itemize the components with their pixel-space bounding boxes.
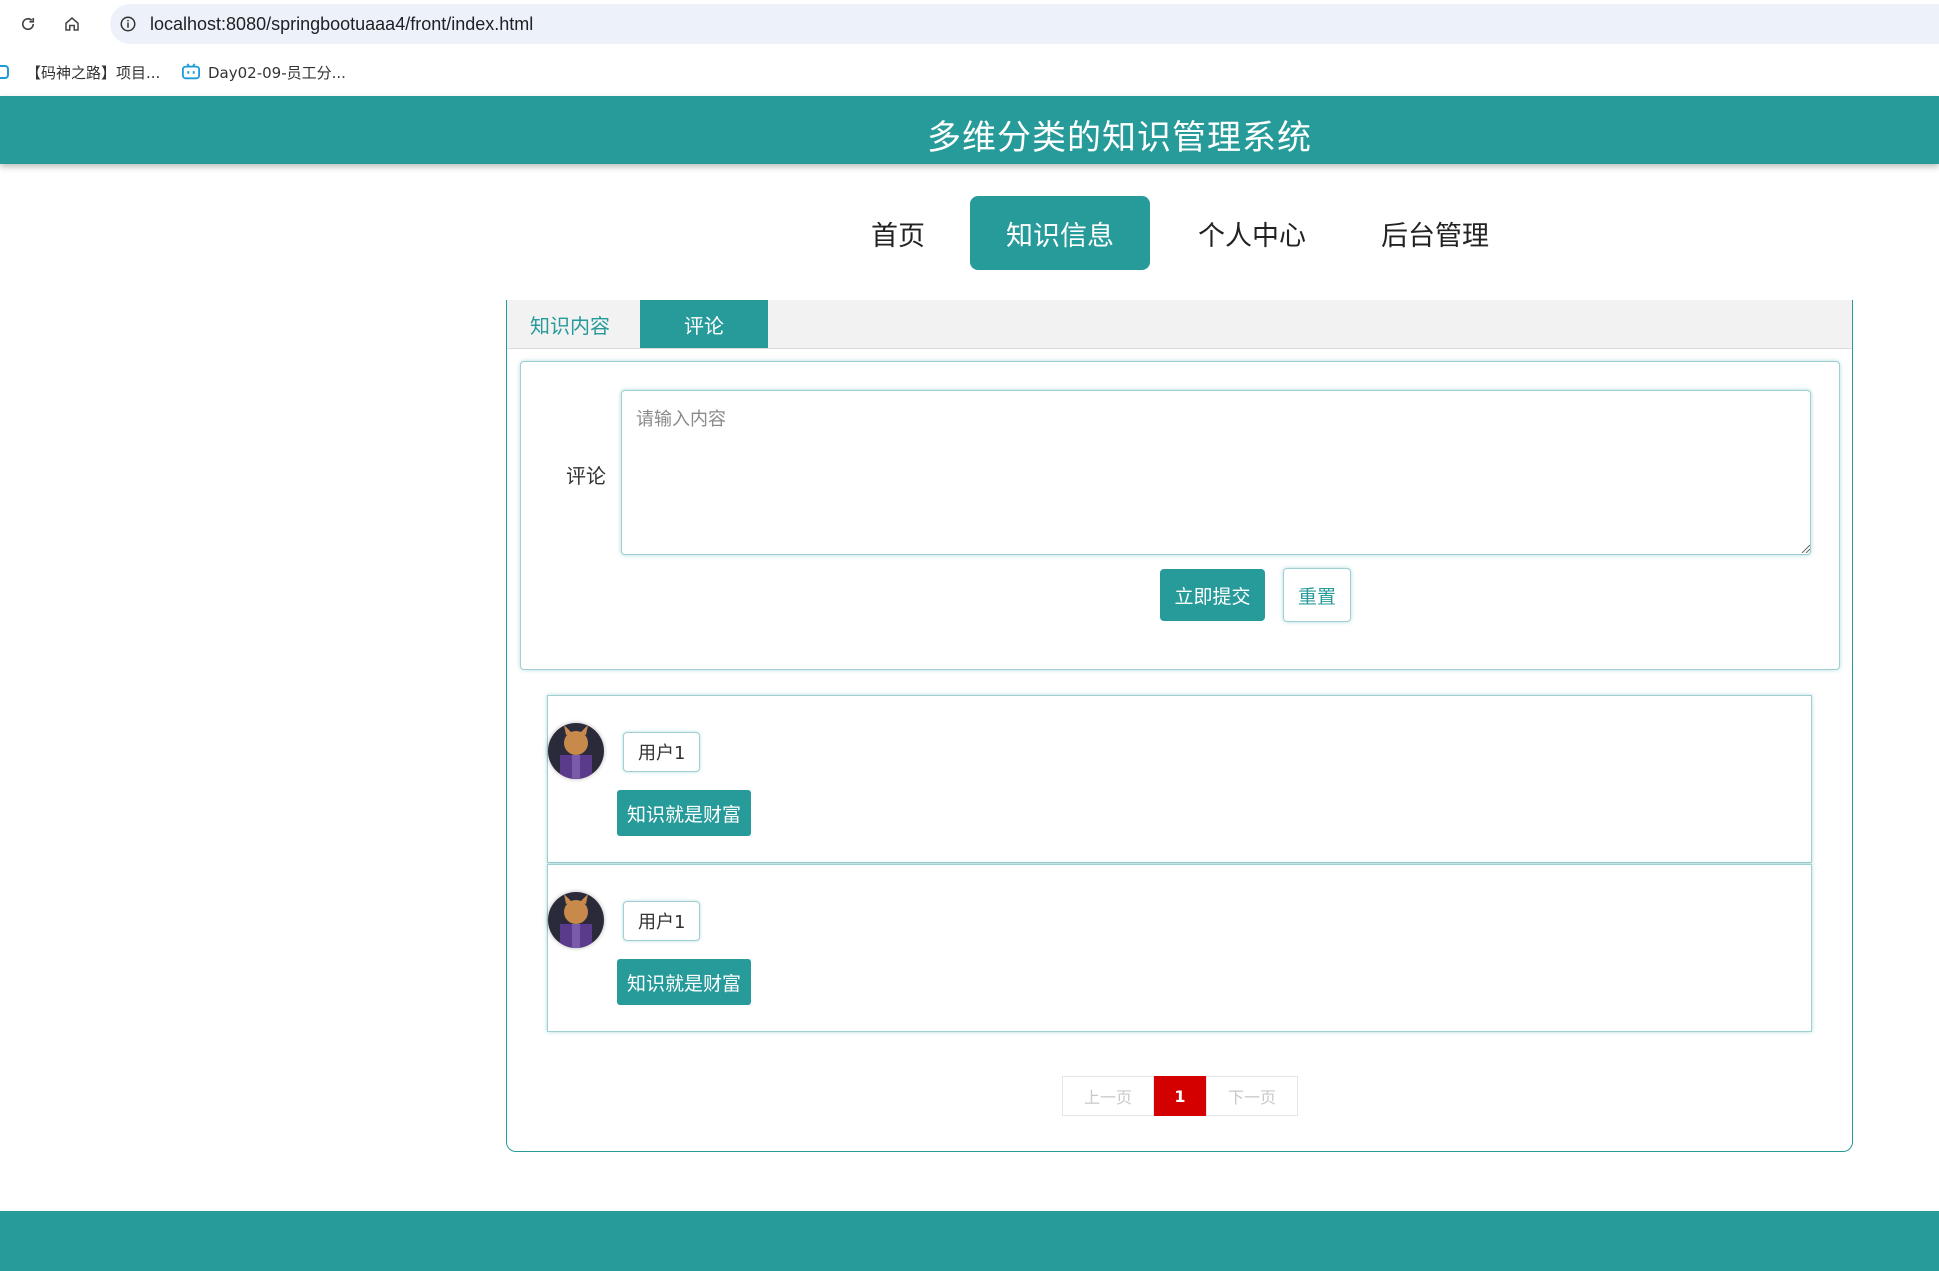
url-field[interactable]: localhost:8080/springbootuaaa4/front/ind… [110,4,1939,44]
bilibili-icon [182,63,200,81]
submit-button[interactable]: 立即提交 [1160,569,1265,621]
nav-home[interactable]: 首页 [850,196,946,270]
prev-page-button[interactable]: 上一页 [1062,1076,1154,1116]
bookmark-item[interactable]: 【码神之路】项目... [0,60,160,84]
bookmark-label: Day02-09-员工分... [208,63,346,82]
comment-label: 评论 [566,464,606,488]
bilibili-icon [0,63,18,81]
home-icon[interactable] [56,8,88,40]
tab-comments[interactable]: 评论 [640,300,768,348]
browser-address-bar: localhost:8080/springbootuaaa4/front/ind… [0,0,1939,48]
resize-handle-icon[interactable] [1800,543,1810,553]
next-page-button[interactable]: 下一页 [1206,1076,1298,1116]
page-number[interactable]: 1 [1154,1076,1206,1116]
comment-content: 知识就是财富 [617,959,752,1005]
nav-admin[interactable]: 后台管理 [1364,196,1506,270]
comment-item [547,864,1812,1032]
comment-username: 用户1 [623,901,701,941]
comment-item [547,695,1812,863]
site-title: 多维分类的知识管理系统 [927,118,1312,158]
tab-bar: 知识内容 评论 [507,300,1852,349]
reset-button[interactable]: 重置 [1283,568,1351,622]
site-info-icon[interactable] [118,14,138,34]
bookmarks-bar: 【码神之路】项目... Day02-09-员工分... [0,48,1939,96]
pagination: 上一页 1 下一页 [1062,1076,1298,1116]
comment-input[interactable] [621,390,1811,555]
site-header: 多维分类的知识管理系统 [0,96,1939,164]
bookmark-label: 【码神之路】项目... [26,63,161,82]
avatar [548,892,604,948]
avatar [548,723,604,779]
site-footer [0,1211,1939,1271]
bookmark-item[interactable]: Day02-09-员工分... [182,60,346,84]
nav-knowledge-info[interactable]: 知识信息 [970,196,1150,270]
comment-username: 用户1 [623,732,701,772]
url-text: localhost:8080/springbootuaaa4/front/ind… [150,13,534,34]
reload-icon[interactable] [12,8,44,40]
comment-content: 知识就是财富 [617,790,752,836]
tab-knowledge-content[interactable]: 知识内容 [507,300,633,348]
nav-personal-center[interactable]: 个人中心 [1178,196,1326,270]
